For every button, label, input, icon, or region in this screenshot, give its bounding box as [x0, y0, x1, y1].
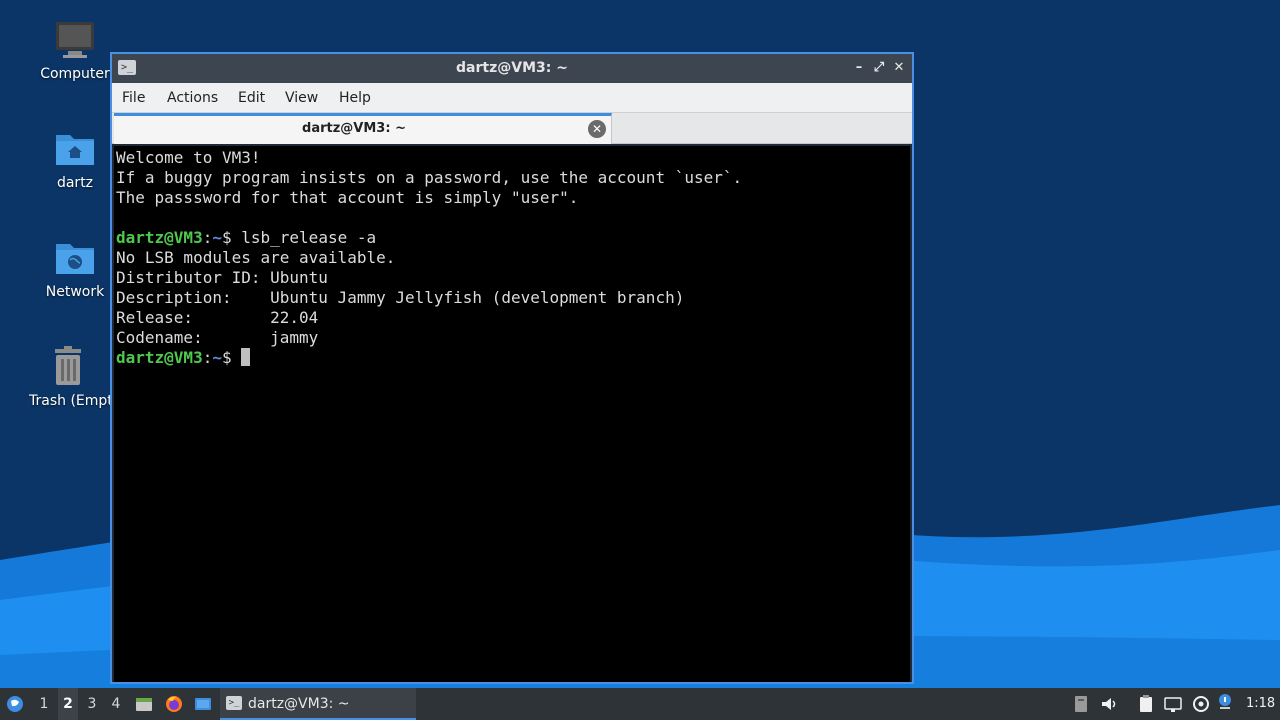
workspace-4[interactable]: 4: [106, 688, 126, 720]
menu-actions[interactable]: Actions: [167, 90, 218, 106]
prompt-path: ~: [212, 348, 222, 367]
workspace-1[interactable]: 1: [34, 688, 54, 720]
terminal-command: lsb_release -a: [241, 228, 377, 247]
prompt-user: dartz@VM3: [116, 228, 203, 247]
terminal-line: Description: Ubuntu Jammy Jellyfish (dev…: [116, 288, 685, 307]
terminal-task-icon: >_: [226, 696, 242, 710]
terminal-prompt-line: dartz@VM3:~$: [116, 348, 910, 368]
info-notification-icon[interactable]: [1216, 693, 1234, 711]
trash-icon: [54, 346, 81, 385]
computer-icon: [56, 22, 94, 58]
tab-close-icon[interactable]: ✕: [588, 120, 606, 138]
taskbar: 1 2 3 4 >_ dartz@VM3: ~ 1:18: [0, 688, 1280, 720]
clipboard-icon[interactable]: [1072, 695, 1090, 713]
workspace-2[interactable]: 2: [58, 688, 78, 720]
file-manager-icon[interactable]: [135, 695, 153, 713]
terminal-line: Release: 22.04: [116, 308, 319, 327]
tab-title: dartz@VM3: ~: [302, 121, 406, 136]
terminal-line: No LSB modules are available.: [116, 248, 396, 267]
notes-icon[interactable]: [1137, 695, 1155, 713]
home-folder-icon: [56, 135, 94, 165]
prompt-symbol: $: [221, 228, 242, 247]
workspace-3[interactable]: 3: [82, 688, 102, 720]
network-icon[interactable]: [1164, 695, 1182, 713]
minimize-button[interactable]: –: [849, 58, 869, 78]
taskbar-terminal-task[interactable]: >_ dartz@VM3: ~: [220, 688, 416, 720]
show-desktop-icon[interactable]: [194, 695, 212, 713]
prompt-path: ~: [212, 228, 222, 247]
menu-help[interactable]: Help: [339, 90, 371, 106]
terminal-output[interactable]: Welcome to VM3! If a buggy program insist…: [114, 146, 910, 682]
desktop-icon-label: Trash (Empty): [29, 393, 110, 409]
window-title: dartz@VM3: ~: [456, 60, 568, 76]
terminal-cursor: [241, 348, 251, 366]
terminal-line: Distributor ID: Ubuntu: [116, 268, 328, 287]
close-button[interactable]: ✕: [889, 58, 909, 78]
terminal-line: If a buggy program insists on a password…: [116, 168, 743, 187]
firefox-icon[interactable]: [165, 695, 183, 713]
desktop-icon-trash[interactable]: Trash (Empty): [25, 345, 110, 409]
prompt-user: dartz@VM3: [116, 348, 203, 367]
tab-terminal[interactable]: dartz@VM3: ~ ✕: [114, 113, 612, 144]
terminal-window: >_ dartz@VM3: ~ – ⤢ ✕ File Actions Edit …: [110, 52, 914, 684]
update-notifier-icon[interactable]: [1192, 695, 1210, 713]
network-folder-icon: [56, 244, 94, 274]
menu-view[interactable]: View: [285, 90, 318, 106]
prompt-separator: :: [202, 348, 213, 367]
terminal-line: The passsword for that account is simply…: [116, 188, 579, 207]
menu-edit[interactable]: Edit: [238, 90, 265, 106]
prompt-separator: :: [202, 228, 213, 247]
start-menu-icon[interactable]: [6, 695, 24, 713]
maximize-button[interactable]: ⤢: [869, 58, 889, 78]
menu-file[interactable]: File: [122, 90, 145, 106]
terminal-line: Codename: jammy: [116, 328, 319, 347]
tab-bar: dartz@VM3: ~ ✕: [112, 113, 912, 144]
menu-bar: File Actions Edit View Help: [112, 83, 912, 113]
terminal-line: Welcome to VM3!: [116, 148, 261, 167]
terminal-prompt-line: dartz@VM3:~$ lsb_release -a: [116, 228, 910, 248]
window-titlebar[interactable]: >_ dartz@VM3: ~ – ⤢ ✕: [112, 54, 912, 83]
prompt-symbol: $: [221, 348, 242, 367]
taskbar-task-label: dartz@VM3: ~: [248, 696, 350, 712]
clock[interactable]: 1:18: [1246, 688, 1275, 720]
volume-icon[interactable]: [1100, 695, 1118, 713]
